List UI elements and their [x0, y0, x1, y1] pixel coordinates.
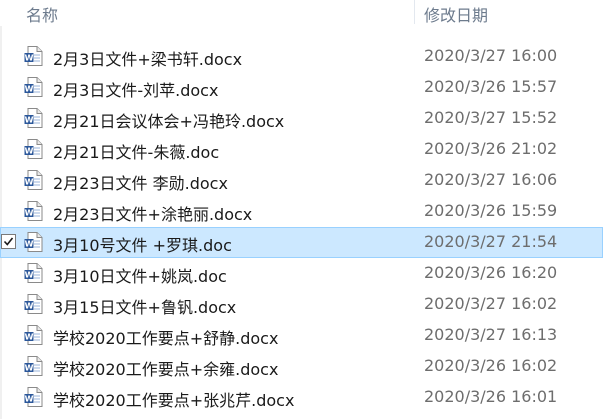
file-row[interactable]: W 2月3日文件+梁书轩.docx 2020/3/27 16:00	[0, 41, 603, 72]
file-row[interactable]: W 2月23日文件+涂艳丽.docx 2020/3/26 15:59	[0, 196, 603, 227]
word-document-icon: W	[23, 76, 45, 98]
checkbox-checked-icon[interactable]	[1, 234, 16, 249]
file-name[interactable]: 2月21日文件-朱薇.doc	[53, 139, 219, 163]
word-document-icon: W	[23, 355, 45, 377]
file-name[interactable]: 学校2020工作要点+余雍.docx	[53, 356, 278, 380]
svg-text:W: W	[25, 209, 34, 218]
word-document-icon: W	[23, 293, 45, 315]
word-document-icon: W	[23, 45, 45, 67]
file-name[interactable]: 2月23日文件 李勋.docx	[53, 170, 228, 194]
file-name[interactable]: 3月10日文件+姚岚.doc	[53, 263, 227, 287]
column-header-modified[interactable]: 修改日期	[424, 2, 488, 26]
svg-text:W: W	[25, 395, 34, 404]
file-name[interactable]: 3月15日文件+鲁钒.docx	[53, 294, 236, 318]
svg-text:W: W	[25, 364, 34, 373]
word-document-icon: W	[23, 107, 45, 129]
word-document-icon: W	[23, 200, 45, 222]
file-row[interactable]: W 2月23日文件 李勋.docx 2020/3/27 16:06	[0, 165, 603, 196]
word-document-icon: W	[23, 386, 45, 408]
file-modified-date: 2020/3/27 16:02	[424, 294, 558, 313]
word-document-icon: W	[23, 169, 45, 191]
word-document-icon: W	[23, 138, 45, 160]
file-modified-date: 2020/3/26 16:20	[424, 263, 558, 282]
svg-text:W: W	[25, 54, 34, 63]
svg-text:W: W	[25, 271, 34, 280]
file-row[interactable]: W 学校2020工作要点+余雍.docx 2020/3/26 16:02	[0, 351, 603, 382]
file-row[interactable]: W 2月21日会议体会+冯艳玲.docx 2020/3/27 15:52	[0, 103, 603, 134]
file-modified-date: 2020/3/27 15:52	[424, 108, 558, 127]
file-name[interactable]: 2月3日文件-刘苹.docx	[53, 77, 218, 101]
column-divider[interactable]	[414, 0, 415, 24]
svg-text:W: W	[25, 178, 34, 187]
file-modified-date: 2020/3/27 16:06	[424, 170, 558, 189]
file-row[interactable]: W 学校2020工作要点+张兆芹.docx 2020/3/26 16:01	[0, 382, 603, 413]
svg-text:W: W	[25, 147, 34, 156]
word-document-icon: W	[23, 324, 45, 346]
file-row[interactable]: W 3月15日文件+鲁钒.docx 2020/3/27 16:02	[0, 289, 603, 320]
file-name[interactable]: 学校2020工作要点+舒静.docx	[53, 325, 278, 349]
file-list: W 2月3日文件+梁书轩.docx 2020/3/27 16:00 W 2月3日文件-刘…	[0, 41, 603, 413]
file-modified-date: 2020/3/26 16:01	[424, 387, 558, 406]
file-modified-date: 2020/3/26 15:57	[424, 77, 558, 96]
file-modified-date: 2020/3/27 16:00	[424, 46, 558, 65]
file-modified-date: 2020/3/26 15:59	[424, 201, 558, 220]
svg-text:W: W	[25, 333, 34, 342]
file-name[interactable]: 2月3日文件+梁书轩.docx	[53, 46, 242, 70]
file-name[interactable]: 2月21日会议体会+冯艳玲.docx	[53, 108, 284, 132]
column-header-bar: 名称 修改日期	[0, 0, 603, 26]
column-header-name[interactable]: 名称	[26, 2, 58, 26]
svg-text:W: W	[25, 302, 34, 311]
file-modified-date: 2020/3/26 21:02	[424, 139, 558, 158]
file-name[interactable]: 学校2020工作要点+张兆芹.docx	[53, 387, 294, 411]
file-row[interactable]: W 2月3日文件-刘苹.docx 2020/3/26 15:57	[0, 72, 603, 103]
file-modified-date: 2020/3/27 16:13	[424, 325, 558, 344]
file-name[interactable]: 2月23日文件+涂艳丽.docx	[53, 201, 252, 225]
file-row[interactable]: W 3月10号文件 +罗琪.doc 2020/3/27 21:54	[0, 227, 603, 258]
svg-text:W: W	[25, 85, 34, 94]
file-row[interactable]: W 学校2020工作要点+舒静.docx 2020/3/27 16:13	[0, 320, 603, 351]
file-name[interactable]: 3月10号文件 +罗琪.doc	[53, 232, 232, 256]
svg-text:W: W	[25, 240, 34, 249]
file-row[interactable]: W 2月21日文件-朱薇.doc 2020/3/26 21:02	[0, 134, 603, 165]
file-row[interactable]: W 3月10日文件+姚岚.doc 2020/3/26 16:20	[0, 258, 603, 289]
file-modified-date: 2020/3/27 21:54	[424, 232, 558, 251]
word-document-icon: W	[23, 262, 45, 284]
file-modified-date: 2020/3/26 16:02	[424, 356, 558, 375]
svg-text:W: W	[25, 116, 34, 125]
word-document-icon: W	[23, 231, 45, 253]
